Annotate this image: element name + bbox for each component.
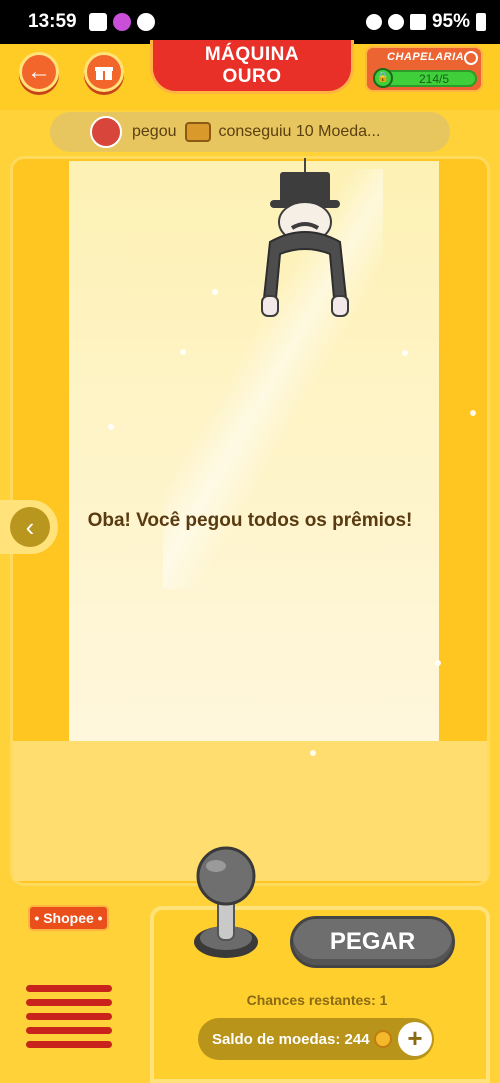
chapelaria-label: CHAPELARIA <box>387 51 465 63</box>
sparkle-icon <box>435 660 441 666</box>
gallery-icon <box>88 13 107 31</box>
wifi-icon <box>387 14 404 30</box>
info-icon[interactable] <box>464 51 478 65</box>
chapelaria-panel[interactable]: CHAPELARIA 🔒 214/5 <box>365 46 483 92</box>
status-bar: 13:59 95% <box>0 0 500 44</box>
gift-icon <box>95 67 113 80</box>
pegar-button[interactable]: PEGAR <box>290 916 455 968</box>
lock-icon: 🔒 <box>373 68 393 88</box>
title-line-2: OURO <box>222 66 282 87</box>
battery-percent: 95% <box>431 11 470 32</box>
sparkle-icon <box>402 350 408 356</box>
shopee-logo: • Shopee • <box>28 905 109 931</box>
back-button[interactable]: ← <box>19 52 59 92</box>
arrow-left-icon: ← <box>27 58 51 85</box>
sparkle-icon <box>108 424 114 430</box>
treasure-chest-icon <box>184 122 211 142</box>
joystick-icon[interactable] <box>186 842 266 962</box>
sparkle-icon <box>310 750 316 756</box>
coin-balance-label: Saldo de moedas: 244 <box>212 1030 370 1048</box>
winner-ticker: pegou conseguiu 10 Moeda... <box>50 112 450 152</box>
menu-stripes-icon <box>26 985 112 1051</box>
signal-icon <box>409 14 426 30</box>
status-notification-icons <box>88 13 155 31</box>
app-notification-icon <box>112 13 131 31</box>
coin-balance: Saldo de moedas: 244 + <box>198 1018 434 1060</box>
chapelaria-count: 214/5 <box>419 72 450 86</box>
ticker-text-pegou: pegou <box>132 123 177 140</box>
title-line-1: MÁQUINA <box>204 44 300 65</box>
sparkle-icon <box>212 289 218 295</box>
status-message: Oba! Você pegou todos os prêmios! <box>87 510 413 531</box>
chapelaria-progress-bar: 🔒 214/5 <box>373 68 477 88</box>
sparkle-icon <box>470 410 476 416</box>
gift-button[interactable] <box>84 52 124 92</box>
battery-icon <box>476 13 486 31</box>
page-title: MÁQUINA OURO <box>150 40 354 94</box>
game-header: ← MÁQUINA OURO CHAPELARIA 🔒 214/5 <box>0 40 500 110</box>
accessibility-icon <box>136 13 155 31</box>
chances-remaining: Chances restantes: 1 <box>246 992 388 1008</box>
add-coins-button[interactable]: + <box>398 1022 432 1056</box>
sparkle-icon <box>180 349 186 355</box>
ticker-text-prize: conseguiu 10 Moeda... <box>218 123 381 140</box>
claw-character-icon <box>261 158 349 317</box>
status-time: 13:59 <box>28 11 77 32</box>
avatar <box>90 116 122 148</box>
coin-icon <box>373 1030 392 1048</box>
alarm-icon <box>365 14 382 30</box>
